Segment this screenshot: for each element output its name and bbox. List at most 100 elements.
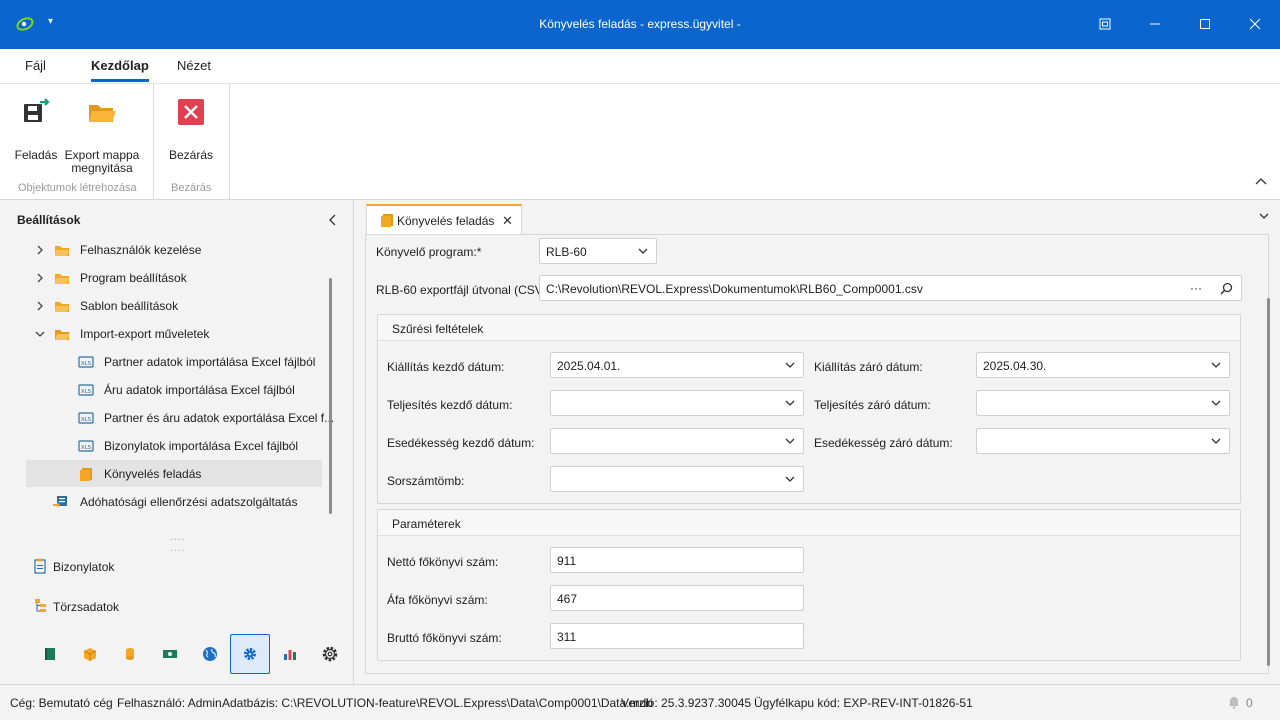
chevron-left-icon[interactable] <box>327 213 339 227</box>
svg-text:XLS: XLS <box>81 445 92 451</box>
module-coins-button[interactable] <box>110 634 150 674</box>
program-label: Könyvelő program:* <box>376 245 482 259</box>
sidebar-item-label: Sablon beállítások <box>80 299 179 313</box>
brutto-input[interactable]: 311 <box>550 623 804 649</box>
module-box-button[interactable] <box>70 634 110 674</box>
splitter-grip[interactable]: ∙∙∙∙ ∙∙∙∙ <box>170 534 185 556</box>
kiallitas-kezdo-label: Kiállítás kezdő dátum: <box>387 360 505 374</box>
documents-icon <box>34 558 46 574</box>
close-window-button[interactable] <box>1243 12 1267 36</box>
coins-icon <box>126 648 134 660</box>
sidebar-item-program-beallitasok[interactable]: Program beállítások <box>34 264 324 292</box>
chevron-down-icon <box>785 438 795 444</box>
module-reports-button[interactable] <box>270 634 310 674</box>
master-data-icon <box>35 599 46 612</box>
bar-chart-icon <box>284 650 296 660</box>
sidebar-item-label: Adóhatósági ellenőrzési adatszolgáltatás <box>80 495 298 509</box>
sidebar-item-label: Partner adatok importálása Excel fájlból <box>104 355 316 369</box>
minimize-button[interactable] <box>1143 12 1167 36</box>
filter-group-title: Szűrési feltételek <box>392 322 484 336</box>
sidebar-item-import-export[interactable]: Import-export műveletek <box>34 320 324 348</box>
module-settings-button[interactable] <box>230 634 270 674</box>
filter-group: Szűrési feltételek Kiállítás kezdő dátum… <box>377 314 1241 504</box>
book-export-icon <box>381 214 393 227</box>
kiallitas-zaro-value: 2025.04.30. <box>983 359 1047 373</box>
bezaras-button[interactable]: Bezárás <box>166 96 216 162</box>
ribbon-tabs: Fájl Kezdőlap Nézet <box>0 49 1280 83</box>
sidebar-item-partner-aru-export[interactable]: XLS Partner és áru adatok exportálása Ex… <box>78 404 334 432</box>
export-path-label: RLB-60 exportfájl útvonal (CSV): <box>376 283 551 297</box>
kiallitas-kezdo-date[interactable]: 2025.04.01. <box>550 352 804 378</box>
chevron-right-icon[interactable] <box>34 272 46 284</box>
globe-icon <box>203 647 217 661</box>
notification-count: 0 <box>1246 696 1253 710</box>
maximize-icon <box>1200 19 1210 29</box>
ribbon-separator <box>153 84 154 200</box>
settings-sidebar: Beállítások Felhasználók kezelése Progra… <box>0 200 354 684</box>
chevron-down-icon[interactable] <box>34 328 46 340</box>
chevron-right-icon[interactable] <box>34 300 46 312</box>
folder-icon <box>55 274 69 284</box>
content-scrollbar[interactable] <box>1267 298 1270 666</box>
brutto-label: Bruttó főkönyvi szám: <box>387 631 502 645</box>
filter-group-header: Szűrési feltételek <box>378 315 1240 341</box>
sidebar-item-bizonylatok-import[interactable]: XLS Bizonylatok importálása Excel fájlbó… <box>78 432 328 460</box>
bell-icon[interactable] <box>1228 695 1240 709</box>
browse-ellipsis-button[interactable]: ··· <box>1190 281 1202 295</box>
excel-xlsx-icon: XLS <box>78 412 94 424</box>
status-user: Felhasználó: Admin <box>117 696 222 710</box>
sidebar-item-aru-import[interactable]: XLS Áru adatok importálása Excel fájlból <box>78 376 328 404</box>
sidebar-item-adohatosagi[interactable]: Adóhatósági ellenőrzési adatszolgáltatás <box>52 488 332 516</box>
afa-input[interactable]: 467 <box>550 585 804 611</box>
sidebar-item-partner-import[interactable]: XLS Partner adatok importálása Excel fáj… <box>78 348 328 376</box>
open-folder-icon <box>55 330 70 340</box>
sidebar-item-label: Partner és áru adatok exportálása Excel … <box>104 411 335 425</box>
program-select[interactable]: RLB-60 <box>539 238 657 264</box>
tab-kezdolap[interactable]: Kezdőlap <box>91 58 149 73</box>
tab-nezet[interactable]: Nézet <box>177 58 211 73</box>
sorszamtomb-select[interactable] <box>550 466 804 492</box>
ribbon: Feladás Export mappa megnyitása Objektum… <box>0 83 1280 200</box>
maximize-button[interactable] <box>1193 12 1217 36</box>
window-title: Könyvelés feladás - express.ügyvitel - <box>539 17 741 31</box>
excel-xlsx-icon: XLS <box>78 356 94 368</box>
parameters-group-title: Paraméterek <box>392 517 461 531</box>
export-path-input[interactable]: C:\Revolution\REVOL.Express\Dokumentumok… <box>539 275 1242 301</box>
export-mappa-button[interactable]: Export mappa megnyitása <box>64 96 140 175</box>
teljesites-zaro-date[interactable] <box>976 390 1230 416</box>
export-save-icon <box>24 98 50 122</box>
svg-text:XLS: XLS <box>81 417 92 423</box>
nav-label: Bizonylatok <box>53 560 115 574</box>
chevron-down-icon[interactable] <box>1258 210 1270 222</box>
tab-konyveles-feladas[interactable]: Könyvelés feladás ✕ <box>366 204 522 234</box>
tab-fajl[interactable]: Fájl <box>25 58 46 73</box>
module-switcher <box>30 634 350 674</box>
program-value: RLB-60 <box>546 245 587 259</box>
sidebar-item-konyveles-feladas[interactable]: Könyvelés feladás <box>78 460 318 488</box>
search-icon[interactable] <box>1220 282 1233 295</box>
module-globe-button[interactable] <box>190 634 230 674</box>
tab-close-icon[interactable]: ✕ <box>502 213 513 229</box>
module-book-button[interactable] <box>30 634 70 674</box>
restore-layout-button[interactable] <box>1093 12 1117 36</box>
kiallitas-zaro-date[interactable]: 2025.04.30. <box>976 352 1230 378</box>
feladas-button[interactable]: Feladás <box>14 96 58 162</box>
module-cash-button[interactable] <box>150 634 190 674</box>
netto-input[interactable]: 911 <box>550 547 804 573</box>
feladas-label: Feladás <box>14 148 58 162</box>
folder-icon <box>55 302 69 312</box>
esedekesseg-kezdo-date[interactable] <box>550 428 804 454</box>
esedekesseg-zaro-date[interactable] <box>976 428 1230 454</box>
ribbon-collapse-icon[interactable] <box>1254 174 1268 188</box>
teljesites-kezdo-date[interactable] <box>550 390 804 416</box>
parameters-group-header: Paraméterek <box>378 510 1240 536</box>
svg-text:XLS: XLS <box>81 361 92 367</box>
sidebar-item-sablon-beallitasok[interactable]: Sablon beállítások <box>34 292 324 320</box>
afa-value: 467 <box>557 592 578 606</box>
sidebar-scrollbar[interactable] <box>329 278 332 514</box>
module-options-button[interactable] <box>310 634 350 674</box>
excel-xlsx-icon: XLS <box>78 440 94 452</box>
chevron-right-icon[interactable] <box>34 244 46 256</box>
sidebar-item-felhasznalok[interactable]: Felhasználók kezelése <box>34 236 324 264</box>
afa-label: Áfa főkönyvi szám: <box>387 593 488 607</box>
